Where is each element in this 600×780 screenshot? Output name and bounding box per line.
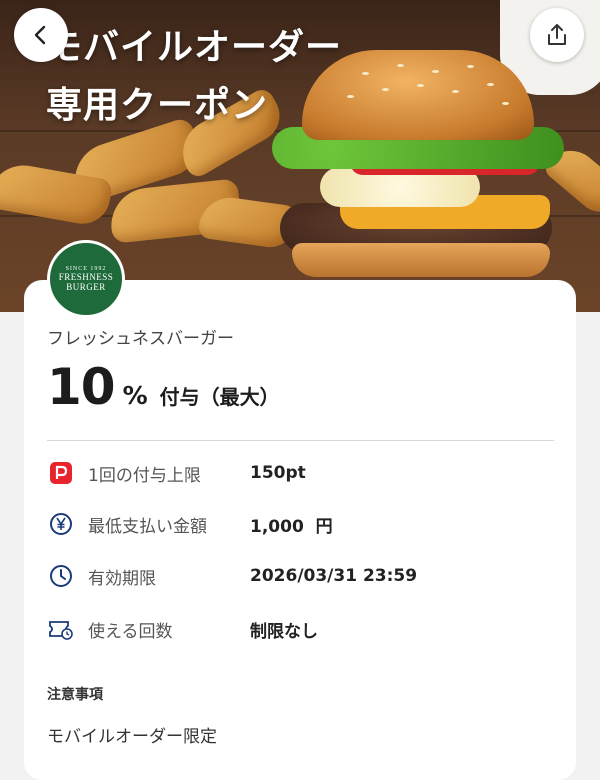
detail-row-expiry: 有効期限 2026/03/31 23:59 — [47, 561, 567, 591]
yen-icon — [47, 510, 75, 538]
share-icon — [548, 24, 566, 45]
notes-body: モバイルオーダー限定 — [47, 727, 217, 747]
detail-value: 制限なし — [250, 621, 318, 642]
detail-label: 1回の付与上限 — [88, 465, 201, 486]
divider — [47, 440, 554, 441]
discount-unit: % — [122, 381, 148, 410]
chevron-left-icon — [34, 25, 46, 45]
store-name: フレッシュネスバーガー — [47, 329, 234, 349]
logo-name-text: FRESHNESS BURGER — [58, 272, 114, 292]
detail-value: 150pt — [250, 463, 306, 483]
detail-row-min-payment: 最低支払い金額 1,000 円 — [47, 509, 567, 539]
detail-value: 2026/03/31 23:59 — [250, 566, 418, 586]
discount-amount: 10 % 付与（最大） — [47, 358, 280, 416]
detail-value: 1,000 円 — [250, 516, 333, 537]
detail-label: 有効期限 — [88, 568, 156, 589]
ticket-icon — [47, 615, 75, 643]
detail-label: 最低支払い金額 — [88, 516, 207, 537]
share-button[interactable] — [530, 8, 584, 62]
clock-icon — [47, 562, 75, 590]
notes-title: 注意事項 — [47, 687, 103, 703]
paypay-icon — [47, 459, 75, 487]
discount-suffix: 付与（最大） — [159, 385, 280, 409]
detail-row-limit: 1回の付与上限 150pt — [47, 458, 567, 488]
detail-label: 使える回数 — [88, 621, 173, 642]
back-button[interactable] — [14, 8, 68, 62]
burger-image — [272, 45, 564, 280]
store-logo: SINCE 1992 FRESHNESS BURGER — [47, 240, 125, 318]
detail-row-usage: 使える回数 制限なし — [47, 614, 567, 644]
discount-value: 10 — [47, 358, 116, 416]
hero-title-line1: モバイルオーダー — [46, 27, 343, 68]
hero-title-line2: 専用クーポン — [46, 85, 269, 126]
